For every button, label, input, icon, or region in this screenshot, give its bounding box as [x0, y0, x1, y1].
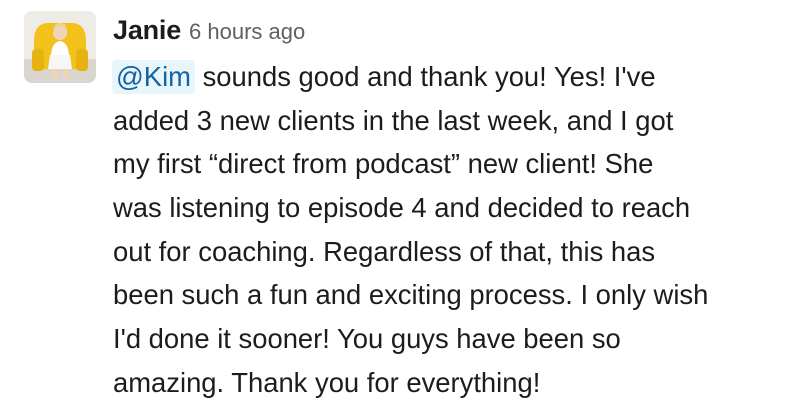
- user-mention[interactable]: @Kim: [112, 60, 195, 94]
- message-line: I'd done it sooner! You guys have been s…: [113, 323, 621, 355]
- message-line: amazing. Thank you for everything!: [113, 366, 541, 398]
- message-line: @Kim sounds good and thank you! Yes! I'v…: [112, 55, 773, 99]
- avatar[interactable]: [24, 11, 96, 83]
- message-line: added 3 new clients in the last week, an…: [113, 104, 674, 136]
- message-text: sounds good and thank you! Yes! I've: [194, 61, 656, 92]
- message-line: my first “direct from podcast” new clien…: [113, 148, 654, 180]
- message-line: was listening to episode 4 and decided t…: [113, 192, 691, 224]
- message-body: @Kim sounds good and thank you! Yes! I'v…: [112, 55, 773, 405]
- message-line: been such a fun and exciting process. I …: [113, 279, 709, 311]
- message-timestamp[interactable]: 6 hours ago: [189, 19, 305, 44]
- chat-message: Janie 6 hours ago @Kim sounds good and th…: [0, 0, 786, 418]
- user-photo-icon: [24, 11, 96, 83]
- message-header: Janie 6 hours ago: [113, 10, 305, 50]
- author-name[interactable]: Janie: [113, 15, 181, 45]
- message-line: out for coaching. Regardless of that, th…: [113, 235, 656, 267]
